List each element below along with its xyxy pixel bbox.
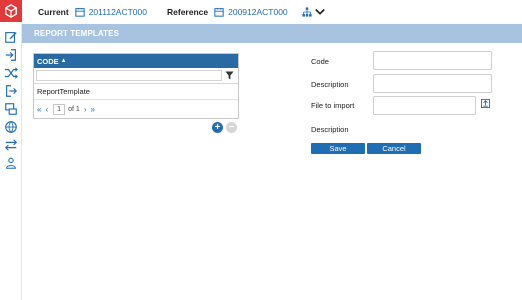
prev-page-icon[interactable]: ‹ <box>45 105 48 114</box>
left-nav-rail <box>0 0 22 300</box>
calendar-icon[interactable] <box>214 7 224 17</box>
code-label: Code <box>311 57 329 66</box>
login-icon[interactable] <box>4 48 18 62</box>
page-number-input[interactable]: 1 <box>53 103 66 115</box>
filter-row <box>34 68 238 84</box>
sort-asc-icon: ▲ <box>60 58 67 64</box>
page-count: of 1 <box>68 105 80 113</box>
templates-grid: CODE ▲ ReportTemplate « ‹ 1 of 1 › » <box>33 53 239 119</box>
column-header-code[interactable]: CODE ▲ <box>34 54 238 68</box>
code-field[interactable] <box>373 51 492 70</box>
chevron-down-icon[interactable] <box>314 8 325 16</box>
column-header-label: CODE <box>37 56 59 66</box>
file-to-import-field[interactable] <box>373 96 476 115</box>
page-title: REPORT TEMPLATES <box>22 24 522 43</box>
last-page-icon[interactable]: » <box>90 105 94 114</box>
pager: « ‹ 1 of 1 › » <box>34 100 238 118</box>
table-row[interactable]: ReportTemplate <box>34 84 238 100</box>
shuffle-icon[interactable] <box>4 66 18 80</box>
current-value-link[interactable]: 201112ACT000 <box>89 7 147 17</box>
reference-value-link[interactable]: 200912ACT000 <box>228 7 288 17</box>
upload-icon[interactable] <box>481 99 490 108</box>
filter-icon[interactable] <box>225 71 234 80</box>
save-button[interactable]: Save <box>311 143 365 154</box>
globe-icon[interactable] <box>4 120 18 134</box>
logout-icon[interactable] <box>4 84 18 98</box>
users-icon[interactable] <box>4 156 18 170</box>
monitor-icon[interactable] <box>4 102 18 116</box>
code-filter-input[interactable] <box>36 70 222 81</box>
next-page-icon[interactable]: › <box>84 105 87 114</box>
edit-icon[interactable] <box>4 30 18 44</box>
description-label: Description <box>311 80 349 89</box>
first-page-icon[interactable]: « <box>37 105 41 114</box>
reference-label: Reference <box>167 7 209 17</box>
plus-icon[interactable]: + <box>212 122 223 133</box>
swap-icon[interactable] <box>4 138 18 152</box>
description-label-2: Description <box>311 125 349 134</box>
description-field[interactable] <box>373 74 492 93</box>
cancel-button[interactable]: Cancel <box>367 143 421 154</box>
calendar-icon[interactable] <box>75 7 85 17</box>
cell-code: ReportTemplate <box>37 87 90 96</box>
hierarchy-icon[interactable] <box>302 7 312 17</box>
current-label: Current <box>38 7 69 17</box>
minus-icon[interactable]: − <box>226 122 237 133</box>
logo-icon[interactable] <box>0 0 22 22</box>
file-to-import-label: File to import <box>311 101 355 110</box>
top-bar: Current 201112ACT000 Reference 200912ACT… <box>22 0 522 24</box>
